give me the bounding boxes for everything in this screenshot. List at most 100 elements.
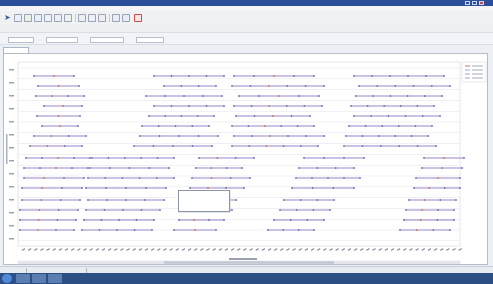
timeline-point — [283, 199, 285, 201]
timeline-point — [415, 177, 417, 179]
x-tick-label — [310, 248, 315, 251]
timeline-point — [269, 135, 271, 137]
taskbar-item-3[interactable] — [48, 274, 62, 283]
taskbar-item-1[interactable] — [16, 274, 30, 283]
timeline-point — [343, 157, 345, 159]
legend-label — [472, 65, 483, 67]
timeline-point — [55, 229, 57, 231]
timeline-point — [57, 115, 60, 117]
timeline-point — [286, 85, 289, 87]
timeline-point — [413, 187, 415, 189]
close-button[interactable] — [479, 1, 484, 5]
timeline-point — [37, 85, 39, 87]
grid-icon[interactable] — [122, 14, 130, 22]
x-tick-label — [439, 248, 444, 251]
timeline-point — [329, 209, 331, 211]
filter-input-2[interactable] — [46, 36, 78, 43]
table-view-icon[interactable] — [112, 14, 120, 22]
timeline-point — [410, 135, 413, 137]
timeline-point — [158, 135, 161, 137]
zoom-out-icon[interactable] — [78, 14, 86, 22]
timeline-point — [116, 229, 118, 231]
taskbar-item-2[interactable] — [32, 274, 46, 283]
timeline-point — [421, 167, 423, 169]
timeline-point — [81, 105, 83, 107]
y-tick-label — [9, 173, 14, 175]
y-tick-label — [9, 186, 14, 188]
timeline-point — [427, 135, 429, 137]
x-tick-label — [329, 248, 333, 251]
x-tick-label — [273, 248, 278, 251]
timeline-point — [332, 187, 335, 189]
timeline-point — [421, 115, 424, 117]
open-icon[interactable] — [14, 14, 22, 22]
timeline-point — [168, 167, 170, 169]
timeline-point — [449, 229, 451, 231]
x-tick-label — [77, 248, 81, 251]
status-bar — [0, 266, 493, 273]
timeline-point — [231, 209, 233, 211]
timeline-point — [361, 145, 364, 147]
chart-icon[interactable] — [88, 14, 96, 22]
timeline-point — [249, 85, 252, 87]
timeline-point — [152, 145, 155, 147]
filter-input-4[interactable] — [136, 36, 164, 43]
secondary-toolbar — [0, 24, 493, 32]
timeline-point — [188, 75, 190, 77]
timeline-point — [415, 229, 418, 231]
timeline-point — [350, 105, 352, 107]
timeline-point — [223, 219, 225, 221]
minimize-button[interactable] — [465, 1, 470, 5]
save-icon[interactable] — [24, 14, 32, 22]
filter-input-3[interactable] — [90, 36, 124, 43]
maximize-button[interactable] — [472, 1, 477, 5]
timeline-point — [67, 95, 69, 97]
timeline-point — [63, 145, 66, 147]
x-tick-label — [427, 248, 432, 251]
timeline-point — [383, 105, 386, 107]
timeline-point — [461, 167, 463, 169]
filter-input-1[interactable] — [8, 36, 34, 43]
timeline-point — [233, 135, 235, 137]
chart-scrollbar[interactable] — [17, 260, 461, 265]
table-icon[interactable] — [54, 14, 62, 22]
zoom-in-icon[interactable] — [64, 14, 72, 22]
timeline-point — [348, 125, 350, 127]
timeline-point — [122, 209, 124, 211]
timeline-point — [379, 145, 382, 147]
timeline-point — [231, 145, 233, 147]
timeline-point — [414, 125, 417, 127]
timeline-point — [165, 187, 167, 189]
timeline-point — [23, 177, 25, 179]
chart-legend — [461, 61, 487, 83]
timeline-point — [41, 125, 43, 127]
taskbar — [0, 273, 493, 284]
timeline-point — [316, 199, 319, 201]
timeline-point — [145, 187, 147, 189]
y-tick-label — [9, 121, 14, 123]
timeline-point — [355, 95, 357, 97]
timeline-point — [139, 135, 141, 137]
timeline-point — [353, 187, 355, 189]
timeline-point — [293, 75, 295, 77]
timeline-point — [441, 167, 443, 169]
refresh-icon[interactable] — [34, 14, 42, 22]
filter-icon[interactable] — [44, 14, 52, 22]
back-arrow-icon[interactable]: ➤ — [4, 14, 12, 22]
y-tick-label — [9, 95, 14, 97]
timeline-point — [235, 199, 237, 201]
help-icon[interactable] — [134, 14, 142, 22]
timeline-point — [191, 177, 193, 179]
settings-icon[interactable] — [98, 14, 106, 22]
x-tick-label — [193, 248, 198, 251]
timeline-point — [33, 75, 35, 77]
timeline-point — [36, 115, 38, 117]
timeline-point — [304, 85, 307, 87]
timeline-point — [419, 219, 422, 221]
scrollbar-thumb[interactable] — [164, 261, 334, 264]
timeline-point — [197, 135, 200, 137]
x-tick-label — [187, 248, 192, 251]
start-button[interactable] — [2, 274, 12, 283]
timeline-point — [423, 157, 425, 159]
x-tick-label — [378, 248, 383, 251]
